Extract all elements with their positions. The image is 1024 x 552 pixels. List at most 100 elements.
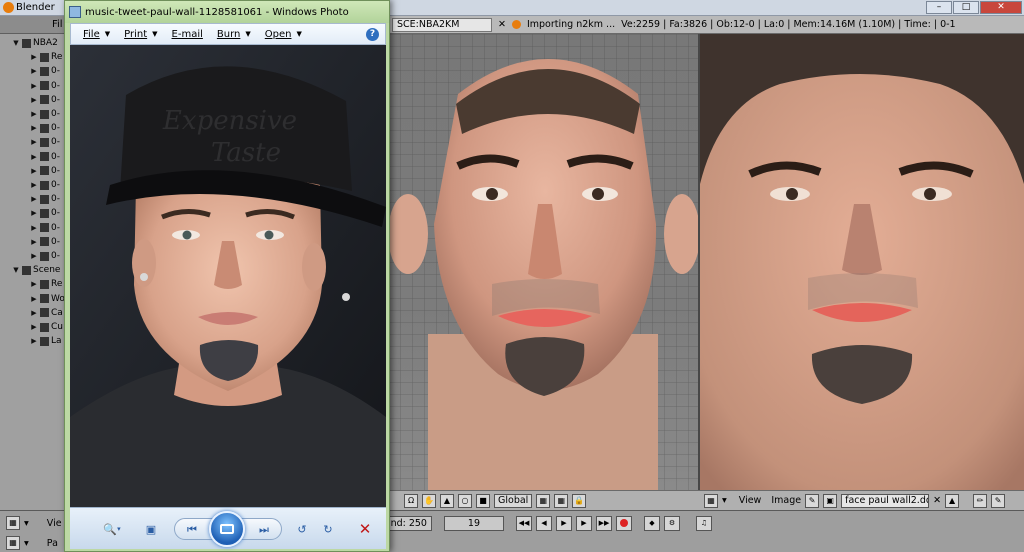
- scene-selector[interactable]: SCE:NBA2KM: [392, 17, 492, 32]
- prev-keyframe-button[interactable]: ◀: [535, 515, 552, 531]
- photo-display[interactable]: Expensive Taste: [70, 45, 386, 507]
- record-button[interactable]: [615, 515, 632, 531]
- next-keyframe-button[interactable]: ▶: [575, 515, 592, 531]
- collapse-icon[interactable]: ▶: [30, 295, 38, 303]
- outliner-item[interactable]: ▼ Scene: [12, 263, 60, 277]
- view-menu-label[interactable]: Vie: [47, 518, 62, 529]
- image-name-field[interactable]: face paul wall2.dds: [841, 493, 930, 508]
- outliner-menu-label[interactable]: Fil: [52, 19, 63, 30]
- rotate-icon[interactable]: ○: [458, 493, 472, 508]
- next-button[interactable]: ⏭: [253, 521, 275, 539]
- editor-type-icon[interactable]: ▦: [6, 516, 20, 530]
- chevron-down-icon[interactable]: ▾: [722, 495, 727, 506]
- scale-icon[interactable]: ■: [476, 493, 490, 508]
- magnet-icon[interactable]: Ω: [404, 493, 418, 508]
- outliner-item[interactable]: ▶ 0-: [30, 64, 60, 78]
- collapse-icon[interactable]: ▶: [30, 153, 38, 161]
- collapse-icon[interactable]: ▶: [30, 224, 38, 232]
- manipulator-icon[interactable]: ▲: [440, 493, 454, 508]
- collapse-icon[interactable]: ▶: [30, 323, 38, 331]
- editor-type-icon[interactable]: ▦: [6, 536, 20, 550]
- outliner-item[interactable]: ▶ 0-: [30, 150, 60, 164]
- actual-size-button[interactable]: ▣: [140, 520, 162, 538]
- layers-icon[interactable]: ▦: [554, 493, 569, 508]
- collapse-icon[interactable]: ▶: [30, 181, 38, 189]
- collapse-icon[interactable]: ▶: [30, 124, 38, 132]
- outliner-item[interactable]: ▶ 0-: [30, 192, 60, 206]
- outliner-item[interactable]: ▶ 0-: [30, 79, 60, 93]
- image-close-icon[interactable]: ✕: [933, 495, 941, 506]
- collapse-icon[interactable]: ▶: [30, 209, 38, 217]
- delete-button[interactable]: ✕: [354, 520, 376, 538]
- close-button[interactable]: ✕: [980, 1, 1022, 14]
- outliner-item[interactable]: ▶ 0-: [30, 135, 60, 149]
- collapse-icon[interactable]: ▶: [30, 195, 38, 203]
- open-menu[interactable]: Open ▼: [265, 29, 302, 40]
- outliner-item[interactable]: ▶ Re: [30, 50, 62, 64]
- outliner-item[interactable]: ▶ 0-: [30, 164, 60, 178]
- outliner-item[interactable]: ▶ 0-: [30, 235, 60, 249]
- chevron-down-icon[interactable]: ▾: [24, 518, 29, 529]
- paint-icon[interactable]: ✏: [973, 493, 988, 508]
- collapse-icon[interactable]: ▶: [30, 252, 38, 260]
- collapse-icon[interactable]: ▶: [30, 82, 38, 90]
- collapse-icon[interactable]: ▶: [30, 138, 38, 146]
- scene-close-icon[interactable]: ✕: [498, 19, 506, 30]
- audio-icon[interactable]: ♫: [695, 515, 712, 531]
- burn-menu[interactable]: Burn ▼: [217, 29, 251, 40]
- collapse-icon[interactable]: ▶: [30, 110, 38, 118]
- pin-icon[interactable]: ▲: [945, 493, 960, 508]
- outliner-item[interactable]: ▶ Ca: [30, 306, 63, 320]
- expand-icon[interactable]: ▼: [12, 266, 20, 274]
- expand-icon[interactable]: ▼: [12, 39, 20, 47]
- lock-icon[interactable]: 🔒: [572, 493, 587, 508]
- collapse-icon[interactable]: ▶: [30, 280, 38, 288]
- panels-label[interactable]: Pa: [47, 538, 58, 549]
- end-frame-field[interactable]: nd: 250: [385, 515, 432, 531]
- uv-image-editor[interactable]: [700, 34, 1024, 490]
- outliner-item[interactable]: ▼ NBA2: [12, 36, 58, 50]
- grab-hand-icon[interactable]: ✋: [422, 493, 436, 508]
- outliner-item[interactable]: ▶ 0-: [30, 249, 60, 263]
- outliner-item[interactable]: ▶ Re: [30, 277, 62, 291]
- sample-icon[interactable]: ✎: [991, 493, 1006, 508]
- rotate-clockwise-button[interactable]: ↻: [318, 520, 338, 538]
- outliner-item[interactable]: ▶ 0-: [30, 221, 60, 235]
- orientation-select[interactable]: Global: [494, 493, 533, 508]
- file-menu[interactable]: File ▼: [83, 29, 110, 40]
- outliner-item[interactable]: ▶ 0-: [30, 206, 60, 220]
- collapse-icon[interactable]: ▶: [30, 309, 38, 317]
- collapse-icon[interactable]: ▶: [30, 167, 38, 175]
- editor-type-icon[interactable]: ▦: [704, 493, 718, 508]
- keying-icon[interactable]: ◆: [643, 515, 660, 531]
- rotate-counterclockwise-button[interactable]: ↺: [292, 520, 312, 538]
- outliner-item[interactable]: ▶ Cu: [30, 320, 63, 334]
- collapse-icon[interactable]: ▶: [30, 238, 38, 246]
- previous-button[interactable]: ⏮: [181, 521, 203, 539]
- outliner-item[interactable]: ▶ 0-: [30, 107, 60, 121]
- image-datablock-icon[interactable]: ▣: [823, 493, 838, 508]
- zoom-button[interactable]: 🔍 ▾: [98, 520, 126, 538]
- help-icon[interactable]: ?: [366, 27, 379, 41]
- collapse-icon[interactable]: ▶: [30, 96, 38, 104]
- chevron-down-icon[interactable]: ▾: [24, 538, 29, 549]
- image-menu[interactable]: Image: [771, 495, 801, 506]
- print-menu[interactable]: Print ▼: [124, 29, 157, 40]
- slideshow-button[interactable]: [209, 511, 245, 547]
- outliner-item[interactable]: ▶ Wo: [30, 292, 65, 306]
- maximize-button[interactable]: □: [953, 1, 979, 14]
- outliner-item[interactable]: ▶ 0-: [30, 93, 60, 107]
- 3d-viewport[interactable]: [388, 34, 700, 490]
- collapse-icon[interactable]: ▶: [30, 67, 38, 75]
- key-icon[interactable]: ⚙: [663, 515, 680, 531]
- outliner-item[interactable]: ▶ 0-: [30, 121, 60, 135]
- collapse-icon[interactable]: ▶: [30, 53, 38, 61]
- current-frame-field[interactable]: 19: [443, 515, 504, 531]
- layers-icon[interactable]: ▦: [536, 493, 551, 508]
- collapse-icon[interactable]: ▶: [30, 337, 38, 345]
- view-menu[interactable]: View: [739, 495, 762, 506]
- outliner-item[interactable]: ▶ 0-: [30, 178, 60, 192]
- jump-end-button[interactable]: ▶▶: [595, 515, 612, 531]
- outliner-item[interactable]: ▶ La: [30, 334, 61, 348]
- jump-start-button[interactable]: ◀◀: [515, 515, 532, 531]
